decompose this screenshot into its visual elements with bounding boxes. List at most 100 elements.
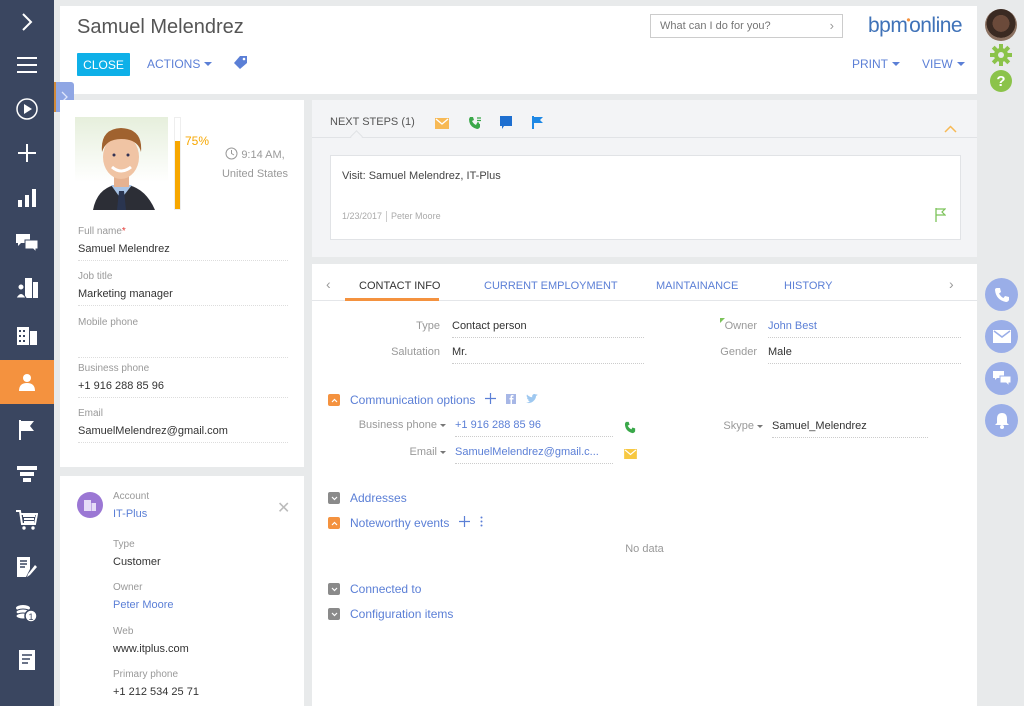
email-type-dropdown[interactable]: Email <box>334 446 446 458</box>
addresses-group[interactable]: Addresses <box>328 491 407 505</box>
tab-current-employment[interactable]: CURRENT EMPLOYMENT <box>484 280 618 292</box>
communication-options-group[interactable]: Communication options <box>328 393 539 407</box>
nav-accounts-button[interactable] <box>0 313 54 357</box>
settings-button[interactable] <box>990 44 1012 71</box>
business-phone-field[interactable]: Business phone +1 916 288 85 96 <box>78 363 288 398</box>
account-avatar <box>77 492 103 518</box>
email-comm-value[interactable]: SamuelMelendrez@gmail.c... <box>455 446 613 464</box>
user-avatar[interactable] <box>985 9 1017 41</box>
nav-documents-button[interactable] <box>0 638 54 682</box>
nav-dashboards-button[interactable] <box>0 176 54 220</box>
email-field[interactable]: Email SamuelMelendrez@gmail.com <box>78 408 288 443</box>
nav-contracts-button[interactable] <box>0 545 54 589</box>
nav-contacts-button[interactable] <box>0 360 54 404</box>
account-web-field: Web www.itplus.com <box>113 626 189 655</box>
job-title-field[interactable]: Job title Marketing manager <box>78 271 288 306</box>
search-input[interactable] <box>660 20 820 32</box>
view-button[interactable]: VIEW <box>922 57 965 71</box>
full-name-value[interactable]: Samuel Melendrez <box>78 243 288 261</box>
call-phone-button[interactable] <box>624 421 637 437</box>
more-options-button[interactable] <box>480 516 483 530</box>
add-button[interactable] <box>485 393 497 407</box>
account-web-label: Web <box>113 626 134 637</box>
configuration-items-title: Configuration items <box>350 607 454 621</box>
tab-maintainance[interactable]: MAINTAINANCE <box>656 280 738 292</box>
business-phone-value[interactable]: +1 916 288 85 96 <box>78 380 288 398</box>
chevron-right-icon[interactable]: › <box>830 18 834 33</box>
nav-orders-button[interactable] <box>0 498 54 542</box>
skype-type-dropdown[interactable]: Skype <box>663 420 763 432</box>
collapse-toggle[interactable] <box>328 517 340 529</box>
command-line[interactable]: › <box>650 14 843 38</box>
configuration-items-group[interactable]: Configuration items <box>328 607 453 621</box>
next-steps-title[interactable]: NEXT STEPS (1) <box>330 116 415 128</box>
next-step-title[interactable]: Visit: Samuel Melendrez, IT-Plus <box>342 170 501 182</box>
twitter-button[interactable] <box>526 393 539 407</box>
actions-button[interactable]: ACTIONS <box>147 57 213 71</box>
full-name-field[interactable]: Full name* Samuel Melendrez <box>78 226 288 261</box>
expand-toggle[interactable] <box>328 608 340 620</box>
required-marker: * <box>121 226 126 237</box>
call-button[interactable] <box>985 278 1018 311</box>
nav-invoices-button[interactable]: 1 <box>0 591 54 635</box>
no-data-message: No data <box>625 543 664 555</box>
mobile-phone-field[interactable]: Mobile phone <box>78 317 288 358</box>
account-owner-link[interactable]: Peter Moore <box>113 599 174 611</box>
phone-icon <box>469 117 481 129</box>
tab-history[interactable]: HISTORY <box>784 280 833 292</box>
add-task-button[interactable] <box>532 116 543 134</box>
email-value[interactable]: SamuelMelendrez@gmail.com <box>78 425 288 443</box>
tag-button[interactable] <box>234 56 247 69</box>
email-button[interactable] <box>985 320 1018 353</box>
notifications-button[interactable] <box>985 404 1018 437</box>
collapse-next-steps-button[interactable] <box>944 120 957 138</box>
expand-toggle[interactable] <box>328 583 340 595</box>
connected-to-group[interactable]: Connected to <box>328 582 421 596</box>
tabs-scroll-left[interactable]: ‹ <box>326 276 331 292</box>
details-panel: ‹ CONTACT INFO CURRENT EMPLOYMENT MAINTA… <box>312 264 977 706</box>
nav-processes-button[interactable] <box>0 87 54 131</box>
add-button[interactable] <box>459 516 471 530</box>
job-title-value[interactable]: Marketing manager <box>78 288 288 306</box>
skype-value[interactable]: Samuel_Melendrez <box>772 420 928 438</box>
send-email-button[interactable] <box>624 449 637 462</box>
help-button[interactable]: ? <box>990 70 1012 92</box>
complete-task-button[interactable] <box>935 208 947 227</box>
close-icon[interactable]: ✕ <box>277 498 290 518</box>
print-button[interactable]: PRINT <box>852 57 900 71</box>
noteworthy-events-group[interactable]: Noteworthy events <box>328 516 483 530</box>
add-feed-button[interactable] <box>500 116 512 134</box>
chat-button[interactable] <box>985 362 1018 395</box>
add-email-button[interactable] <box>435 116 449 134</box>
nav-activities-button[interactable] <box>0 408 54 452</box>
next-step-item[interactable]: Visit: Samuel Melendrez, IT-Plus 1/23/20… <box>330 155 961 240</box>
facebook-button[interactable] <box>506 393 517 407</box>
tabs-scroll-right[interactable]: › <box>949 276 954 292</box>
nav-contacts-accounts-button[interactable] <box>0 266 54 310</box>
business-phone-type-dropdown[interactable]: Business phone <box>334 419 446 431</box>
mobile-phone-value[interactable] <box>78 334 288 358</box>
account-link[interactable]: IT-Plus <box>113 508 149 520</box>
close-button[interactable]: CLOSE <box>77 53 130 76</box>
nav-add-button[interactable] <box>0 131 54 175</box>
nav-menu-button[interactable] <box>0 43 54 87</box>
nav-expand-button[interactable] <box>0 0 54 44</box>
account-card: Account IT-Plus ✕ Type Customer Owner Pe… <box>60 476 304 706</box>
contacts-building-icon <box>16 278 38 298</box>
owner-link[interactable]: John Best <box>768 320 961 338</box>
building-icon <box>84 500 96 511</box>
nav-feed-button[interactable] <box>0 221 54 265</box>
gender-value[interactable]: Male <box>768 346 961 364</box>
expand-toggle[interactable] <box>328 492 340 504</box>
add-call-button[interactable] <box>468 116 482 135</box>
profile-completeness-fill <box>175 140 180 209</box>
type-value[interactable]: Contact person <box>452 320 644 338</box>
salutation-value[interactable]: Mr. <box>452 346 644 364</box>
account-type-label: Type <box>113 539 135 550</box>
business-phone-comm-value[interactable]: +1 916 288 85 96 <box>455 419 613 437</box>
globe-clock-icon <box>225 147 238 160</box>
collapse-toggle[interactable] <box>328 394 340 406</box>
contact-photo[interactable] <box>75 117 168 210</box>
tab-contact-info[interactable]: CONTACT INFO <box>359 280 440 292</box>
nav-leads-button[interactable] <box>0 452 54 496</box>
